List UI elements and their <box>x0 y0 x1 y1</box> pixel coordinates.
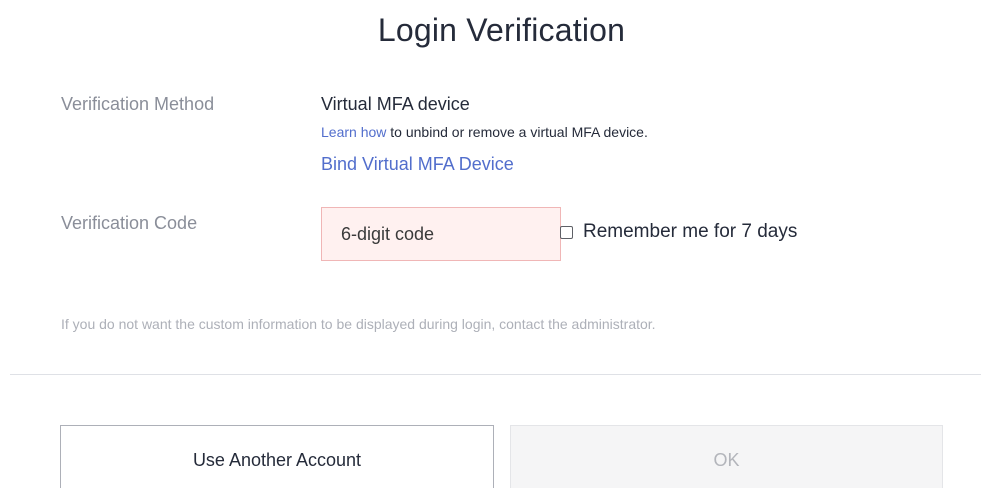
learn-how-link[interactable]: Learn how <box>321 124 386 140</box>
verification-code-input[interactable] <box>321 207 561 261</box>
verification-code-label: Verification Code <box>61 213 198 233</box>
learn-how-text: to unbind or remove a virtual MFA device… <box>386 124 648 140</box>
remember-me-label: Remember me for 7 days <box>583 221 798 242</box>
verification-method-label: Verification Method <box>61 94 215 114</box>
verification-method-value: Virtual MFA device <box>321 94 470 114</box>
page-title: Login Verification <box>377 12 626 48</box>
remember-me-checkbox[interactable] <box>560 225 573 239</box>
bind-mfa-device-link[interactable]: Bind Virtual MFA Device <box>321 154 514 175</box>
learn-how-line: Learn how to unbind or remove a virtual … <box>321 124 648 140</box>
custom-info-notice: If you do not want the custom informatio… <box>61 316 656 332</box>
divider <box>10 374 981 375</box>
login-verification-page: Login Verification Verification Method V… <box>0 0 981 488</box>
remember-me-option[interactable]: Remember me for 7 days <box>560 221 797 243</box>
use-another-account-button[interactable]: Use Another Account <box>60 425 494 488</box>
ok-button[interactable]: OK <box>510 425 943 488</box>
